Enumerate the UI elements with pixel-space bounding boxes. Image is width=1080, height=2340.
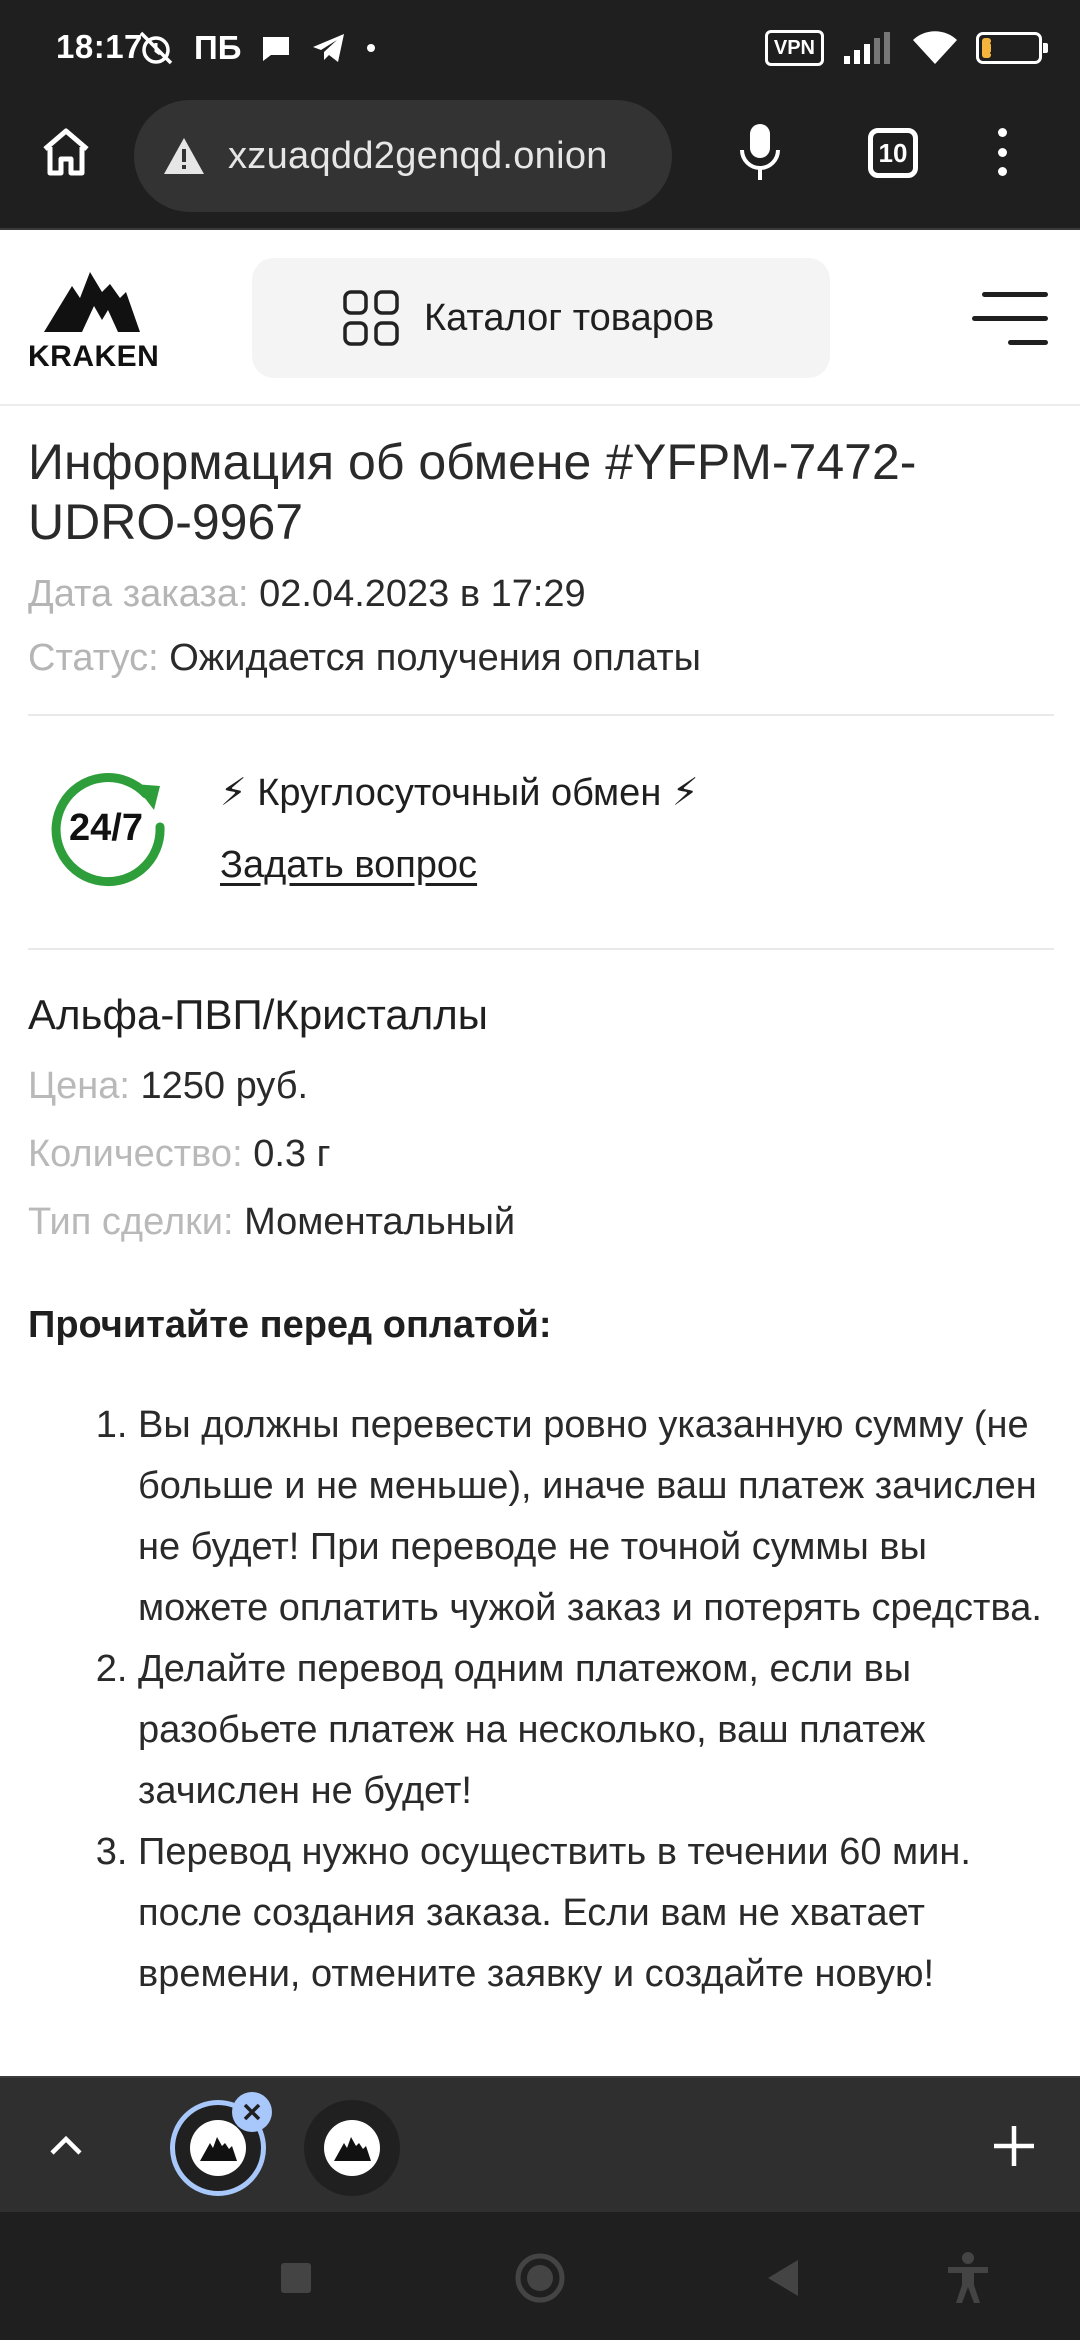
support-badge-text: 24/7 <box>69 807 143 849</box>
quantity-value: 0.3 г <box>253 1133 331 1175</box>
kraken-logo-icon <box>44 272 140 332</box>
more-notifications-dot-icon <box>367 44 376 52</box>
price-row: Цена: 1250 руб. <box>28 1064 1054 1108</box>
product-name: Альфа-ПВП/Кристаллы <box>28 991 488 1038</box>
message-icon <box>263 37 290 61</box>
kraken-favicon-icon <box>334 2137 371 2161</box>
deal-type-row: Тип сделки: Моментальный <box>28 1200 1054 1244</box>
status-notification-icons: ПБ <box>136 28 377 68</box>
signal-icon <box>844 32 890 64</box>
instruction-item: Вы должны перевести ровно указанную сумм… <box>138 1395 1054 1639</box>
close-tab-button[interactable] <box>232 2092 272 2132</box>
status-bar: 18:17 ПБ VPN 17 <box>0 0 1080 92</box>
address-bar[interactable]: xzuaqdd2genqd.onion <box>134 100 672 212</box>
menu-dot-icon <box>997 167 1007 176</box>
logo-text: KRAKEN <box>28 340 160 373</box>
order-title: Информация об обмене #YFPM-7472-UDRO-996… <box>28 434 917 550</box>
instructions-title: Прочитайте перед оплатой: <box>28 1304 552 1346</box>
battery-level: 17 <box>989 36 1012 59</box>
recents-button[interactable] <box>268 2250 324 2306</box>
price-label: Цена: <box>28 1065 130 1107</box>
menu-line-icon <box>982 292 1048 297</box>
divider <box>28 948 1054 950</box>
deal-type-label: Тип сделки: <box>28 1201 234 1243</box>
microphone-icon <box>740 124 780 180</box>
ask-question-link[interactable]: Задать вопрос <box>220 844 477 887</box>
expand-tabs-button[interactable] <box>44 2124 88 2168</box>
status-system-icons: VPN 17 <box>764 26 1048 70</box>
home-button[interactable] <box>36 122 96 182</box>
instruction-item: Перевод нужно осуществить в течении 60 м… <box>138 1822 1054 2005</box>
alarm-off-icon <box>139 31 173 65</box>
order-date-row: Дата заказа: 02.04.2023 в 17:29 <box>28 572 1054 616</box>
home-icon <box>43 128 89 176</box>
new-tab-button[interactable] <box>990 2122 1038 2170</box>
instructions-list: Вы должны перевести ровно указанную сумм… <box>28 1395 1054 2005</box>
overflow-menu-button[interactable] <box>990 122 1014 182</box>
price-value: 1250 руб. <box>140 1065 309 1107</box>
support-24-7-icon: 24/7 <box>46 764 172 890</box>
back-button[interactable] <box>756 2250 812 2306</box>
url-text: xzuaqdd2genqd.onion <box>228 134 608 177</box>
site-menu-button[interactable] <box>972 292 1048 348</box>
close-icon <box>243 2103 261 2121</box>
order-date-label: Дата заказа: <box>28 573 249 615</box>
support-block: 24/7 ⚡ Круглосуточный обмен ⚡ Задать воп… <box>28 716 1054 948</box>
site-header: KRAKEN Каталог товаров <box>0 232 1080 406</box>
telegram-icon <box>313 34 345 62</box>
browser-toolbar: xzuaqdd2genqd.onion 10 <box>0 92 1080 230</box>
quantity-row: Количество: 0.3 г <box>28 1132 1054 1176</box>
order-status-label: Статус: <box>28 637 159 679</box>
accessibility-icon <box>948 2252 988 2303</box>
status-time: 18:17 <box>56 28 143 65</box>
home-nav-button[interactable] <box>512 2250 568 2306</box>
kraken-favicon-icon <box>200 2137 237 2161</box>
support-title: ⚡ Круглосуточный обмен ⚡ <box>220 772 699 814</box>
chevron-up-icon <box>50 2135 82 2155</box>
menu-line-icon <box>1008 340 1048 345</box>
tab-thumb[interactable] <box>304 2100 400 2196</box>
site-logo[interactable]: KRAKEN <box>28 268 168 378</box>
system-nav-bar <box>0 2212 1080 2340</box>
deal-type-value: Моментальный <box>244 1201 516 1243</box>
order-page: Информация об обмене #YFPM-7472-UDRO-996… <box>28 406 1054 2005</box>
accessibility-button[interactable] <box>940 2250 996 2306</box>
tab-strip <box>0 2076 1080 2212</box>
instruction-item: Делайте перевод одним платежом, если вы … <box>138 1639 1054 1822</box>
menu-dot-icon <box>997 147 1007 157</box>
menu-line-icon <box>972 316 1048 321</box>
order-date-value: 02.04.2023 в 17:29 <box>259 573 586 615</box>
tab-switcher-button[interactable]: 10 <box>868 128 918 178</box>
plus-icon <box>994 2126 1034 2166</box>
circle-icon <box>515 2253 565 2303</box>
back-triangle-icon <box>768 2260 798 2296</box>
voice-search-button[interactable] <box>730 120 790 184</box>
carrier-label: ПБ <box>194 29 242 66</box>
battery-icon: 17 <box>976 32 1048 64</box>
order-status-value: Ожидается получения оплаты <box>169 637 701 679</box>
quantity-label: Количество: <box>28 1133 243 1175</box>
warning-icon <box>164 138 204 174</box>
grid-icon <box>343 290 399 346</box>
catalog-button[interactable]: Каталог товаров <box>252 258 830 378</box>
menu-dot-icon <box>997 128 1007 137</box>
catalog-label: Каталог товаров <box>424 296 715 339</box>
square-icon <box>281 2263 311 2293</box>
order-status-row: Статус: Ожидается получения оплаты <box>28 636 1054 680</box>
vpn-badge: VPN <box>764 30 824 66</box>
wifi-icon <box>913 31 957 64</box>
